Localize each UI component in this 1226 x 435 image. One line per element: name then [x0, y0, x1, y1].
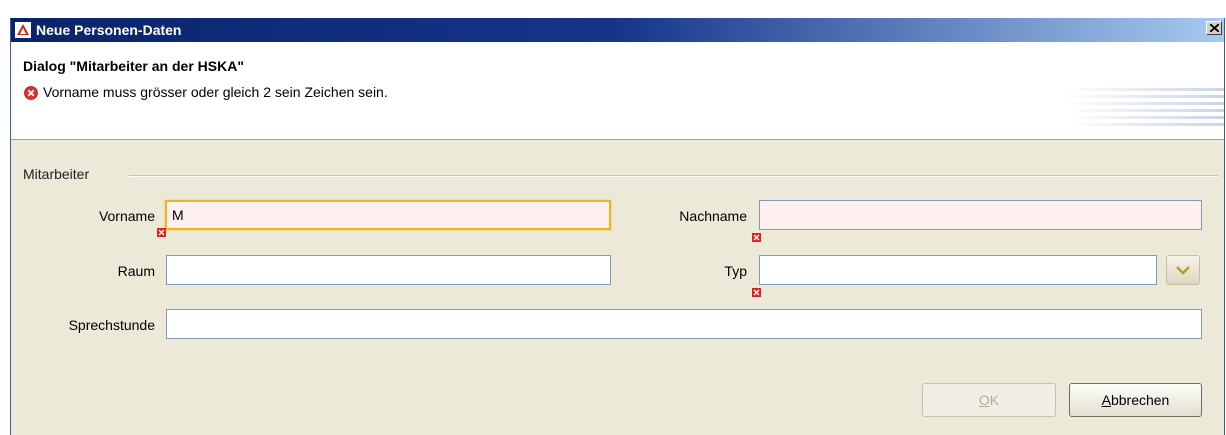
app-icon	[15, 22, 31, 38]
group-label: Mitarbeiter	[23, 166, 90, 182]
typ-field[interactable]	[759, 255, 1157, 285]
error-icon	[24, 86, 38, 100]
dialog-header: Dialog "Mitarbeiter an der HSKA" Vorname…	[11, 42, 1224, 140]
typ-dropdown-button[interactable]	[1166, 255, 1200, 285]
chevron-down-icon	[1176, 266, 1190, 275]
dialog-content: Mitarbeiter Vorname Nachname Raum Typ	[11, 140, 1224, 435]
dialog-window: Neue Personen-Daten Dialog "Mitarbeiter …	[10, 18, 1225, 435]
cancel-mnemonic: A	[1101, 392, 1111, 408]
dialog-title: Dialog "Mitarbeiter an der HSKA"	[23, 58, 244, 74]
raum-label: Raum	[117, 263, 155, 279]
sprechstunde-field[interactable]	[166, 309, 1202, 339]
vorname-label: Vorname	[98, 208, 155, 224]
sprechstunde-label: Sprechstunde	[68, 317, 155, 333]
close-icon	[1210, 24, 1219, 32]
cancel-button[interactable]: Abbrechen	[1069, 383, 1202, 417]
nachname-field[interactable]	[759, 200, 1202, 230]
nachname-error-icon	[752, 233, 761, 242]
typ-label: Typ	[724, 263, 747, 279]
close-button[interactable]	[1206, 21, 1222, 35]
typ-error-icon	[752, 288, 761, 297]
vorname-field[interactable]	[165, 200, 611, 230]
vorname-error-icon	[157, 228, 166, 237]
group-separator	[129, 175, 1218, 177]
title-bar[interactable]: Neue Personen-Daten	[11, 18, 1224, 42]
ok-label: K	[989, 392, 1000, 408]
error-message: Vorname muss grösser oder gleich 2 sein …	[43, 84, 388, 100]
window-title: Neue Personen-Daten	[36, 22, 182, 38]
ok-mnemonic: O	[978, 392, 990, 408]
ok-button[interactable]: OK	[922, 383, 1056, 417]
nachname-label: Nachname	[679, 208, 747, 224]
raum-field[interactable]	[166, 255, 611, 285]
cancel-label: bbrechen	[1110, 392, 1170, 408]
banner-decoration	[1064, 88, 1224, 126]
